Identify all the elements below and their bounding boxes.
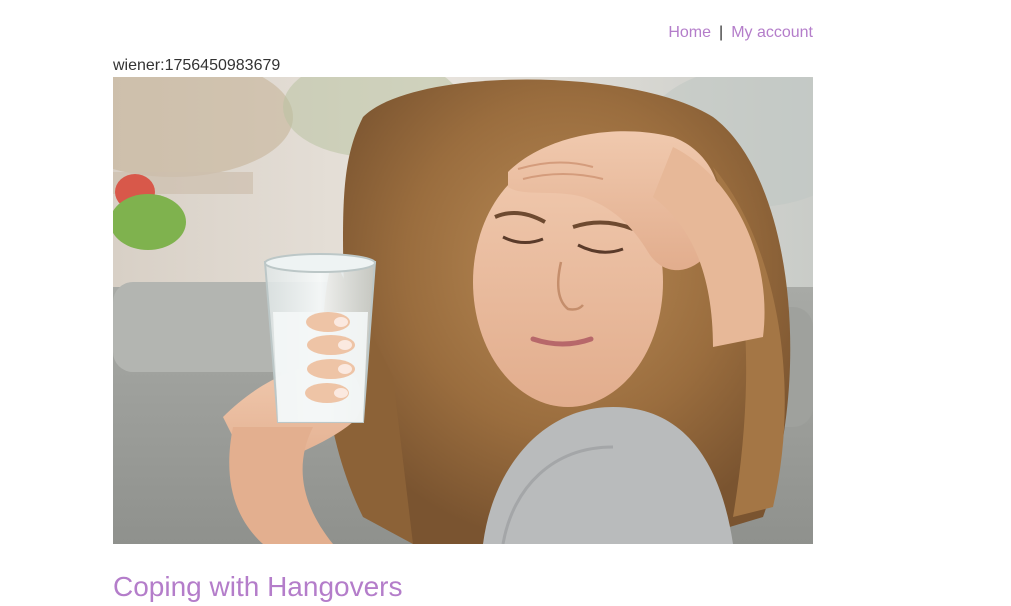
- post-title-link[interactable]: Coping with Hangovers: [113, 569, 403, 605]
- home-link[interactable]: Home: [668, 24, 711, 41]
- top-nav: Home | My account: [113, 23, 813, 43]
- blog-page: Home | My account wiener:1756450983679 C…: [0, 0, 1011, 606]
- my-account-link[interactable]: My account: [731, 24, 813, 41]
- hero-illustration: [113, 77, 813, 544]
- post-hero-image: [113, 77, 813, 544]
- session-user-label: wiener:1756450983679: [113, 57, 281, 74]
- nav-separator: |: [719, 24, 724, 41]
